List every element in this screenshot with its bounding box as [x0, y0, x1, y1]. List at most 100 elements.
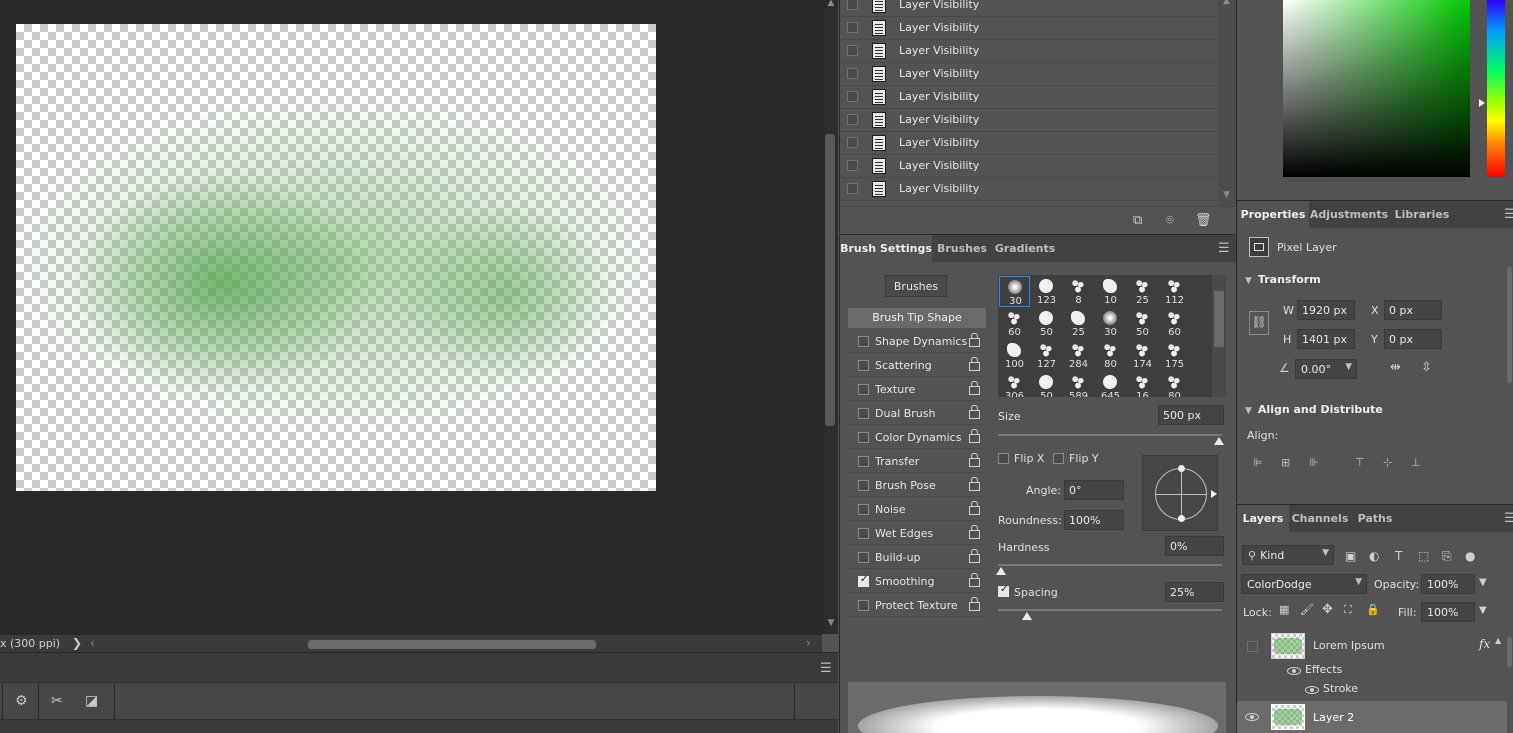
layer-row-lorem-ipsum[interactable]: Lorem Ipsum fx ▲ Effects Stroke: [1237, 629, 1507, 701]
layer-row-layer-2[interactable]: Layer 2: [1237, 701, 1507, 733]
flip-x-checkbox[interactable]: [998, 453, 1009, 464]
brush-tip-preset[interactable]: 25: [1127, 276, 1158, 307]
brush-option-checkbox[interactable]: [858, 456, 869, 467]
brush-tip-grid[interactable]: 30 123 8 10 25 112 60 50 25 30 50 60 100 127 284 80 174 1…: [998, 275, 1212, 397]
history-item[interactable]: Layer Visibility: [840, 132, 1218, 155]
link-chain-icon[interactable]: ⛓: [1249, 311, 1269, 335]
history-scrollbar[interactable]: ▲ ▼: [1218, 0, 1236, 206]
document-canvas-area[interactable]: [0, 0, 822, 634]
expand-effects-chevron-icon[interactable]: ▲: [1495, 636, 1501, 645]
panel-menu-icon[interactable]: ☰: [1504, 207, 1513, 222]
trash-icon[interactable]: 🗑: [1195, 213, 1212, 228]
history-snapshot-checkbox[interactable]: [847, 137, 858, 148]
align-left-icon[interactable]: ⊫: [1253, 456, 1267, 470]
history-item[interactable]: Layer Visibility: [840, 109, 1218, 132]
lock-icon[interactable]: [969, 405, 980, 419]
brush-option-checkbox[interactable]: [858, 600, 869, 611]
x-field[interactable]: 0 px: [1384, 300, 1442, 320]
hardness-slider-track[interactable]: [998, 564, 1222, 566]
filter-pixel-icon[interactable]: ▣: [1345, 549, 1356, 563]
rotation-dropdown[interactable]: 0.00° ▼: [1295, 359, 1357, 379]
brush-tip-preset[interactable]: 80: [1095, 340, 1126, 371]
spacing-slider-track[interactable]: [998, 609, 1222, 611]
flip-vertical-icon[interactable]: ⇳: [1421, 360, 1432, 375]
brush-option-row[interactable]: Scattering: [848, 355, 986, 377]
lock-icon[interactable]: [969, 525, 980, 539]
snapshot-camera-icon[interactable]: ⌾: [1166, 213, 1174, 228]
brush-tip-shape-item[interactable]: Brush Tip Shape: [848, 308, 986, 328]
filter-type-icon[interactable]: T: [1395, 549, 1402, 563]
layers-scroll-thumb[interactable]: [1507, 637, 1512, 667]
history-item[interactable]: Layer Visibility: [840, 63, 1218, 86]
brush-option-checkbox[interactable]: [858, 432, 869, 443]
layer-effects-fx-icon[interactable]: fx: [1479, 637, 1490, 651]
history-snapshot-checkbox[interactable]: [847, 22, 858, 33]
brush-grid-scrollbar[interactable]: [1212, 275, 1226, 397]
brush-grid-scroll-thumb[interactable]: [1214, 291, 1224, 347]
brush-tip-preset[interactable]: 25: [1063, 308, 1094, 339]
brush-tip-preset[interactable]: 284: [1063, 340, 1094, 371]
history-snapshot-checkbox[interactable]: [847, 45, 858, 56]
hardness-slider-knob[interactable]: [996, 567, 1006, 575]
scroll-left-arrow-icon[interactable]: ‹: [90, 636, 95, 650]
brush-option-checkbox[interactable]: [858, 360, 869, 371]
brush-tip-preset[interactable]: 127: [1031, 340, 1062, 371]
stroke-visibility-eye-icon[interactable]: [1305, 686, 1319, 694]
tab-layers[interactable]: Layers: [1237, 505, 1289, 532]
lock-icon[interactable]: [969, 333, 980, 347]
brush-option-checkbox[interactable]: [858, 336, 869, 347]
new-document-from-state-icon[interactable]: ⧉: [1133, 213, 1142, 228]
brush-angle-roundness-widget[interactable]: [1142, 455, 1218, 531]
width-field[interactable]: 1920 px: [1297, 300, 1355, 320]
spacing-field[interactable]: 25%: [1165, 582, 1224, 602]
transition-icon[interactable]: ◪: [85, 693, 98, 709]
lock-icon[interactable]: [969, 501, 980, 515]
brush-option-row[interactable]: Transfer: [848, 451, 986, 473]
brush-tip-preset[interactable]: 30: [999, 276, 1030, 307]
hardness-field[interactable]: 0%: [1165, 536, 1224, 556]
size-slider-track[interactable]: [998, 434, 1222, 436]
scroll-right-arrow-icon[interactable]: ›: [806, 636, 811, 650]
color-saturation-field[interactable]: [1283, 0, 1470, 177]
brush-tip-preset[interactable]: 60: [999, 308, 1030, 339]
roundness-handle-bottom[interactable]: [1178, 515, 1185, 522]
align-top-icon[interactable]: ⊤: [1355, 456, 1369, 470]
brush-tip-preset[interactable]: 306: [999, 372, 1030, 397]
panel-menu-icon[interactable]: ☰: [1218, 241, 1230, 256]
lock-icon[interactable]: [969, 549, 980, 563]
size-slider-knob[interactable]: [1214, 437, 1224, 445]
filter-adjustment-icon[interactable]: ◐: [1369, 549, 1379, 563]
brush-tip-preset[interactable]: 50: [1031, 308, 1062, 339]
status-menu-chevron-icon[interactable]: ❯: [72, 636, 82, 650]
tab-gradients[interactable]: Gradients: [992, 235, 1058, 262]
tab-brushes[interactable]: Brushes: [934, 235, 990, 262]
roundness-handle-top[interactable]: [1178, 465, 1185, 472]
history-item[interactable]: Layer Visibility: [840, 17, 1218, 40]
align-section-header[interactable]: ▼ Align and Distribute: [1245, 403, 1383, 416]
fill-chevron-down-icon[interactable]: ▼: [1479, 605, 1487, 616]
tab-channels[interactable]: Channels: [1289, 505, 1351, 532]
flip-y-checkbox[interactable]: [1053, 453, 1064, 464]
align-bottom-icon[interactable]: ⊥: [1411, 456, 1425, 470]
lock-icon[interactable]: [969, 453, 980, 467]
lock-artboard-icon[interactable]: ⛶: [1344, 603, 1352, 617]
brush-option-checkbox[interactable]: [858, 504, 869, 515]
brush-tip-preset[interactable]: 16: [1127, 372, 1158, 397]
scroll-down-arrow-icon[interactable]: ▼: [1223, 190, 1230, 200]
history-item[interactable]: Layer Visibility: [840, 155, 1218, 178]
brush-option-row[interactable]: Dual Brush: [848, 403, 986, 425]
tab-paths[interactable]: Paths: [1351, 505, 1399, 532]
brush-option-checkbox[interactable]: [858, 528, 869, 539]
brush-tip-preset[interactable]: 123: [1031, 276, 1062, 307]
flip-horizontal-icon[interactable]: ⇹: [1390, 360, 1401, 375]
canvas-vertical-scrollbar[interactable]: ▲ ▼: [822, 0, 838, 634]
opacity-chevron-down-icon[interactable]: ▼: [1479, 577, 1487, 588]
history-snapshot-checkbox[interactable]: [847, 68, 858, 79]
settings-gear-icon[interactable]: ⚙: [15, 693, 28, 709]
brush-tip-preset[interactable]: 112: [1159, 276, 1190, 307]
history-snapshot-checkbox[interactable]: [847, 160, 858, 171]
brush-option-row[interactable]: Noise: [848, 499, 986, 521]
brush-tip-preset[interactable]: 8: [1063, 276, 1094, 307]
properties-scroll-thumb[interactable]: [1507, 267, 1512, 383]
size-field[interactable]: 500 px: [1158, 405, 1224, 425]
